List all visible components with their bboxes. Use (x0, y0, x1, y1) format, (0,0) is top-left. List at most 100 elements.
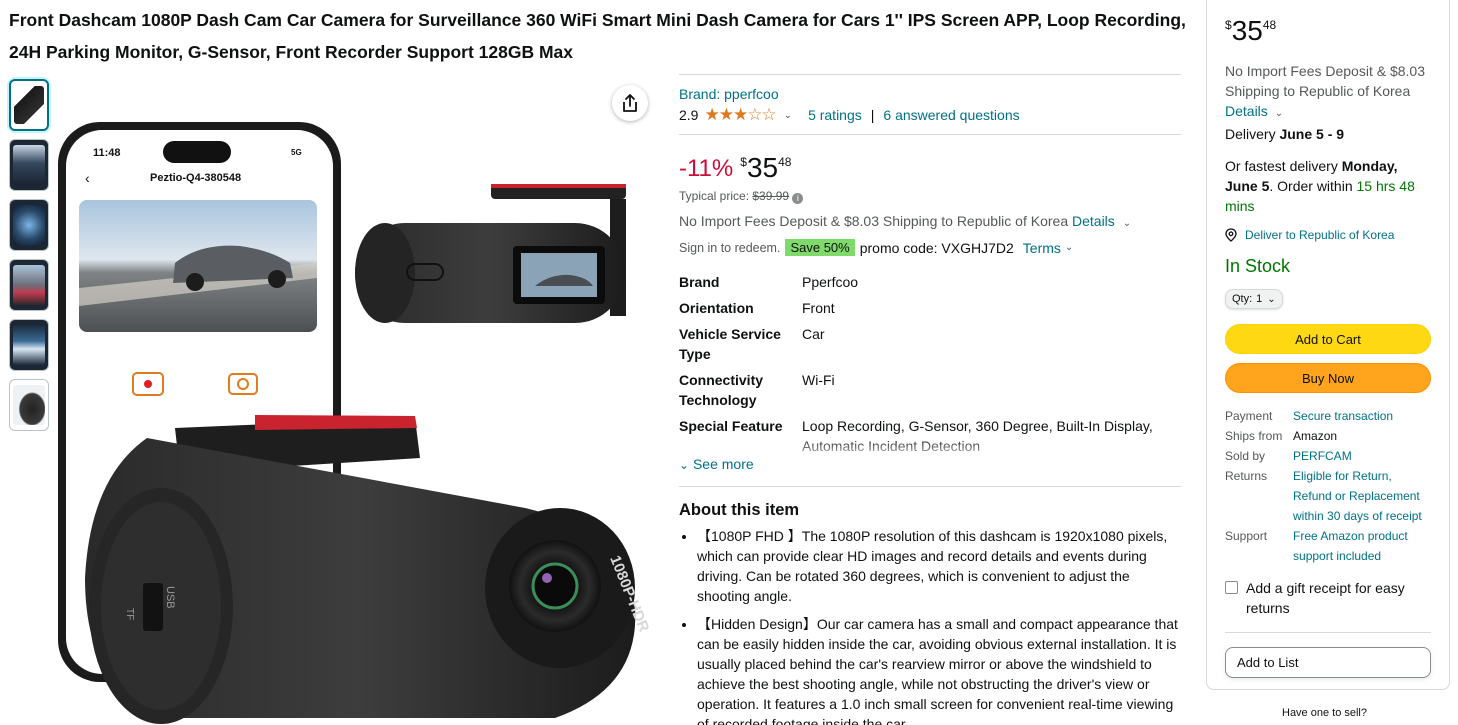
spec-row: Connectivity Technology Wi-Fi (679, 370, 1181, 410)
price-fraction: 48 (1262, 18, 1277, 32)
chevron-down-icon[interactable]: ⌄ (1275, 108, 1283, 119)
thumbnail-3[interactable] (9, 199, 49, 251)
thumbnail-strip (9, 79, 49, 439)
info-row: Returns Eligible for Return, Refund or Re… (1225, 466, 1431, 526)
buybox-details: Details ⌄ (1225, 101, 1431, 124)
info-value[interactable]: Free Amazon product support included (1293, 526, 1431, 566)
share-icon (623, 94, 637, 112)
gift-receipt-label: Add a gift receipt for easy returns (1246, 580, 1405, 616)
gift-receipt-checkbox[interactable] (1225, 581, 1238, 594)
usb-port-label: USB (164, 586, 176, 609)
price-whole: 35 (746, 152, 779, 183)
qty-label: Qty: (1232, 293, 1253, 305)
main-product-image[interactable]: 11:48 5G ‹ Peztio-Q4-380548 USB TF 1080P… (55, 78, 660, 725)
chevron-down-icon[interactable]: ⌄ (1065, 242, 1073, 253)
thumbnail-1[interactable] (9, 79, 49, 131)
import-fees: No Import Fees Deposit & $8.03 Shipping … (679, 213, 1181, 229)
spec-key: Vehicle Service Type (679, 326, 781, 362)
tf-card-label: TF (124, 608, 135, 620)
chevron-down-icon: ⌄ (1267, 293, 1276, 305)
info-value: Amazon (1293, 429, 1338, 443)
ratings-link[interactable]: 5 ratings (808, 107, 862, 123)
location-pin-icon (1225, 228, 1237, 242)
rating-row: 2.9 ★★★☆☆ ⌄ 5 ratings | 6 answered quest… (679, 105, 1181, 125)
delivery-label: Delivery (1225, 126, 1276, 142)
spec-key: Special Feature (679, 418, 783, 434)
deliver-to-label: Deliver to Republic of Korea (1245, 228, 1395, 242)
list-item: 【1080P FHD 】The 1080P resolution of this… (697, 526, 1181, 606)
typical-price-value: $39.99 (752, 189, 790, 203)
info-row: Ships from Amazon (1225, 426, 1431, 446)
product-title: Front Dashcam 1080P Dash Cam Car Camera … (9, 10, 1186, 62)
delivery-info: Delivery June 5 - 9 (1225, 124, 1431, 144)
info-key: Sold by (1225, 449, 1266, 463)
info-row: Sold by PERFCAM (1225, 446, 1431, 466)
fastest-label: Or fastest delivery (1225, 158, 1338, 174)
phone-signal: 5G (291, 148, 302, 157)
star-rating-icon[interactable]: ★★★☆☆ (704, 105, 776, 125)
answered-questions-link[interactable]: 6 answered questions (883, 107, 1019, 123)
spec-row: Vehicle Service Type Car (679, 324, 1181, 364)
info-row: Support Free Amazon product support inclu… (1225, 526, 1431, 566)
gift-receipt-option[interactable]: Add a gift receipt for easy returns (1225, 578, 1431, 618)
share-button[interactable] (612, 85, 648, 121)
list-item: 【Hidden Design】Our car camera has a smal… (697, 614, 1181, 725)
rating-value: 2.9 (679, 107, 699, 123)
info-row: Payment Secure transaction (1225, 406, 1431, 426)
add-to-list-button[interactable]: Add to List (1225, 647, 1431, 678)
divider (679, 486, 1181, 487)
promo-row: Sign in to redeem. Save 50% promo code: … (679, 239, 1181, 256)
chevron-down-icon[interactable]: ⌄ (1123, 218, 1131, 229)
import-details-link[interactable]: Details (1072, 213, 1115, 229)
add-to-cart-button[interactable]: Add to Cart (1225, 324, 1431, 354)
thumbnail-4[interactable] (9, 259, 49, 311)
thumbnail-5[interactable] (9, 319, 49, 371)
info-value[interactable]: Eligible for Return, Refund or Replaceme… (1293, 466, 1431, 526)
see-more-link[interactable]: ⌄ See more (679, 456, 1181, 472)
see-more-label: See more (692, 456, 754, 472)
promo-signin: Sign in to redeem. (679, 240, 781, 255)
spec-value: Loop Recording, G-Sensor, 360 Degree, Bu… (802, 416, 1172, 456)
about-bullets: 【1080P FHD 】The 1080P resolution of this… (679, 526, 1181, 725)
phone-time: 11:48 (93, 147, 121, 159)
seller-info: Payment Secure transaction Ships from Amaz… (1225, 406, 1431, 566)
price-symbol: $ (1225, 18, 1232, 32)
spec-key: Orientation (679, 300, 754, 316)
price-whole: 35 (1231, 15, 1263, 46)
thumbnail-2[interactable] (9, 139, 49, 191)
buybox-import-fees: No Import Fees Deposit & $8.03 Shipping … (1225, 63, 1425, 99)
spec-key: Brand (679, 274, 720, 290)
chevron-down-icon[interactable]: ⌄ (784, 110, 792, 121)
buy-now-button[interactable]: Buy Now (1225, 363, 1431, 393)
discount-percent: -11% (679, 155, 734, 182)
terms-link[interactable]: Terms (1023, 240, 1061, 256)
info-key: Returns (1225, 469, 1268, 483)
divider (679, 134, 1181, 135)
spec-value: Car (802, 326, 825, 342)
buybox-details-link[interactable]: Details (1225, 103, 1268, 119)
info-value[interactable]: PERFCAM (1293, 446, 1431, 466)
info-value[interactable]: Secure transaction (1293, 406, 1431, 426)
delivery-date: June 5 - 9 (1279, 126, 1345, 142)
back-arrow-icon: ‹ (85, 170, 90, 186)
order-within-label: . Order within (1269, 178, 1353, 194)
spec-value: Wi-Fi (802, 372, 835, 388)
buy-box: $ 35 48 No Import Fees Deposit & $8.03 S… (1206, 0, 1450, 690)
deliver-to-link[interactable]: Deliver to Republic of Korea (1225, 228, 1431, 242)
stock-status: In Stock (1225, 256, 1291, 276)
brand-link[interactable]: Brand: pperfcoo (679, 86, 779, 102)
spec-table: Brand Pperfcoo Orientation Front Vehicle S… (679, 272, 1181, 456)
spec-value: Front (802, 300, 835, 316)
divider (679, 74, 1181, 75)
info-key: Payment (1225, 409, 1273, 423)
info-icon[interactable]: i (792, 193, 804, 204)
spec-row: Special Feature Loop Recording, G-Sensor,… (679, 416, 1181, 456)
buybox-price: $ 35 48 (1225, 16, 1431, 46)
typical-price: Typical price: $39.99 i (679, 189, 1181, 204)
promo-code: promo code: VXGHJ7D2 (859, 239, 1014, 256)
quantity-select[interactable]: Qty: 1 ⌄ (1225, 289, 1283, 309)
price-symbol: $ (740, 155, 747, 169)
save-badge: Save 50% (785, 239, 855, 256)
thumbnail-6[interactable] (9, 379, 49, 431)
qty-value: 1 (1256, 293, 1263, 305)
